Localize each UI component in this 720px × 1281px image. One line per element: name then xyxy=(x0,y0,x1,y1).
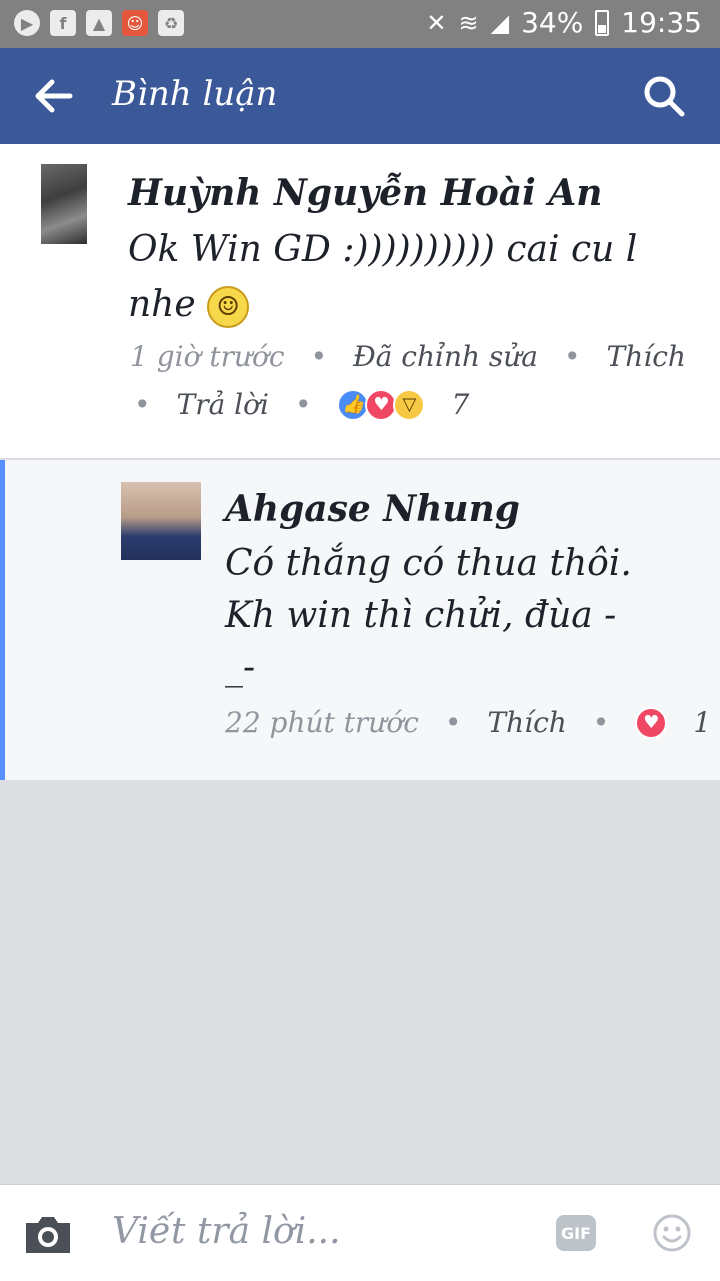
comment-author[interactable]: Huỳnh Nguyễn Hoài An xyxy=(128,172,602,214)
mute-icon: ✕ xyxy=(426,8,447,37)
separator-dot: • xyxy=(134,388,151,421)
smile-emoji-icon: ☺ xyxy=(207,286,250,328)
reply-author[interactable]: Ahgase Nhung xyxy=(225,488,520,530)
comment-time: 1 giờ trước xyxy=(130,340,285,373)
gallery-icon: ▲ xyxy=(86,10,112,36)
search-icon[interactable] xyxy=(642,74,686,118)
reactions-summary[interactable]: ♥ xyxy=(635,706,668,739)
play-icon: ▶ xyxy=(14,10,40,36)
reactions-summary[interactable]: 👍 ♥ ▽ xyxy=(337,388,426,421)
reply-meta: 22 phút trước • Thích • ♥ 1 xyxy=(225,706,711,739)
battery-percent: 34% xyxy=(521,6,584,39)
battery-icon xyxy=(595,9,610,36)
reaction-count: 7 xyxy=(451,388,470,421)
app-bar: Bình luận xyxy=(0,48,720,144)
reply-text-line-1: Có thắng có thua thôi. xyxy=(225,543,632,584)
separator-dot: • xyxy=(444,706,462,739)
reply-input[interactable]: Viết trả lời... xyxy=(112,1211,341,1252)
comment-text-line-1: Ok Win GD :)))))))))) cai cu l xyxy=(128,229,638,270)
separator-dot: • xyxy=(310,340,328,373)
gif-button[interactable]: GIF xyxy=(556,1215,596,1251)
recycle-icon: ♻ xyxy=(158,10,184,36)
edited-label[interactable]: Đã chỉnh sửa xyxy=(353,340,538,373)
camera-icon[interactable] xyxy=(22,1213,74,1255)
app-icon: ☺ xyxy=(122,10,148,36)
comment: Huỳnh Nguyễn Hoài An Ok Win GD :))))))))… xyxy=(0,144,720,458)
avatar[interactable] xyxy=(41,164,87,244)
comment-text-line-2-wrap: nhe ☺ xyxy=(128,277,250,332)
emoji-icon[interactable] xyxy=(652,1213,692,1253)
facebook-icon: f xyxy=(50,10,76,36)
status-bar: ▶ f ▲ ☺ ♻ ✕ ≋ ◢ 34% 19:35 xyxy=(0,0,720,48)
avatar[interactable] xyxy=(121,482,201,560)
love-reaction-icon: ♥ xyxy=(635,706,668,739)
like-button[interactable]: Thích xyxy=(487,706,566,739)
reply-composer: Viết trả lời... GIF xyxy=(0,1184,720,1281)
comment-text-line-2: nhe xyxy=(128,284,196,325)
reply-text-line-2: Kh win thì chửi, đùa - xyxy=(225,595,617,636)
comment-meta-line-2: • Trả lời • 👍 ♥ ▽ 7 xyxy=(134,388,469,421)
clock: 19:35 xyxy=(621,6,702,39)
signal-icon: ◢ xyxy=(490,8,510,37)
separator-dot: • xyxy=(294,388,312,421)
reply-button[interactable]: Trả lời xyxy=(177,388,269,421)
separator-dot: • xyxy=(564,340,581,373)
wifi-icon: ≋ xyxy=(458,8,479,37)
back-arrow-icon[interactable] xyxy=(32,74,76,118)
reaction-count: 1 xyxy=(693,706,712,739)
haha-reaction-icon: ▽ xyxy=(393,388,426,421)
comment-meta-line-1: 1 giờ trước • Đã chỉnh sửa • Thích xyxy=(130,340,686,373)
reply-comment: Ahgase Nhung Có thắng có thua thôi. Kh w… xyxy=(0,460,720,780)
separator-dot: • xyxy=(592,706,610,739)
like-button[interactable]: Thích xyxy=(607,340,686,373)
page-title: Bình luận xyxy=(112,74,278,114)
reply-time: 22 phút trước xyxy=(225,706,419,739)
reply-text-line-3: _- xyxy=(225,647,256,688)
